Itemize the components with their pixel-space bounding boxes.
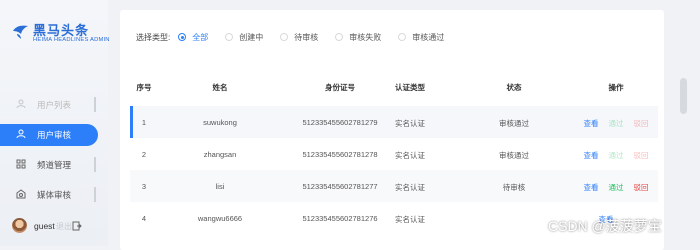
view-link[interactable]: 查看 bbox=[584, 182, 599, 193]
cell-name: lisi bbox=[215, 182, 225, 191]
user-audit-icon bbox=[16, 129, 26, 139]
logout-icon[interactable] bbox=[72, 221, 82, 231]
divider bbox=[94, 187, 96, 202]
cell-ops: 查看 通过 驳回 bbox=[574, 150, 658, 161]
radio-creating[interactable]: 创建中 bbox=[225, 32, 263, 43]
sidebar-item-label: 用户审核 bbox=[37, 130, 72, 140]
radio-failed[interactable]: 审核失败 bbox=[335, 32, 381, 43]
radio-dot bbox=[398, 33, 407, 41]
approve-link[interactable]: 通过 bbox=[609, 150, 624, 161]
cell-name: wangwu6666 bbox=[197, 214, 243, 223]
type-filter: 选择类型: 全部 创建中 待审核 审核失败 审核通过 bbox=[136, 30, 461, 44]
radio-label: 待审核 bbox=[294, 32, 319, 42]
main-panel: 选择类型: 全部 创建中 待审核 审核失败 审核通过 序号 姓名 身份证号 认证… bbox=[120, 10, 664, 250]
sidebar-item-label: 媒体审核 bbox=[37, 190, 72, 200]
brand-subtitle: HEIMA HEADLINES ADMIN bbox=[33, 37, 110, 43]
sidebar-item-label: 用户列表 bbox=[37, 100, 72, 110]
header-name: 姓名 bbox=[212, 83, 228, 92]
table-row: 1 suwukong 512335455602781279 实名认证 审核通过 … bbox=[130, 106, 658, 138]
divider bbox=[94, 97, 96, 112]
approve-link[interactable]: 通过 bbox=[609, 118, 624, 129]
user-list-icon bbox=[16, 99, 26, 109]
user-extra: 退出 bbox=[56, 222, 72, 231]
avatar[interactable] bbox=[12, 218, 27, 233]
cell-type: 实名认证 bbox=[395, 119, 425, 128]
header-ops: 操作 bbox=[608, 83, 624, 92]
divider bbox=[94, 157, 96, 172]
view-link[interactable]: 查看 bbox=[584, 150, 599, 161]
sidebar-item-user-audit[interactable]: 用户审核 bbox=[0, 124, 98, 146]
sidebar-item-user-list[interactable]: 用户列表 bbox=[0, 94, 98, 116]
reject-link[interactable]: 驳回 bbox=[634, 150, 649, 161]
cell-status: 审核通过 bbox=[499, 151, 529, 160]
radio-label: 审核失败 bbox=[349, 32, 382, 42]
header-type: 认证类型 bbox=[395, 83, 425, 92]
radio-pending[interactable]: 待审核 bbox=[280, 32, 318, 43]
cell-name: suwukong bbox=[203, 118, 237, 127]
cell-type: 实名认证 bbox=[395, 215, 425, 224]
radio-label: 创建中 bbox=[239, 32, 264, 42]
radio-dot bbox=[178, 33, 187, 41]
sidebar-item-channel[interactable]: 频道管理 bbox=[0, 154, 98, 176]
radio-dot bbox=[280, 33, 289, 41]
cell-name: zhangsan bbox=[203, 150, 237, 159]
cell-ops: 查看 通过 驳回 bbox=[574, 182, 658, 193]
cell-status: 待审核 bbox=[502, 183, 526, 192]
reject-link[interactable]: 驳回 bbox=[634, 182, 649, 193]
sidebar-item-label: 频道管理 bbox=[37, 160, 72, 170]
view-link[interactable]: 查看 bbox=[584, 118, 599, 129]
scrollbar[interactable] bbox=[680, 78, 687, 114]
brand-logo: 黑马头条 HEIMA HEADLINES ADMIN bbox=[12, 20, 109, 60]
radio-all[interactable]: 全部 bbox=[178, 32, 208, 43]
cell-type: 实名认证 bbox=[395, 151, 425, 160]
user-menu: guest 退出 bbox=[12, 216, 102, 236]
filter-label: 选择类型: bbox=[136, 32, 171, 42]
radio-label: 审核通过 bbox=[412, 32, 445, 42]
sidebar-item-media[interactable]: 媒体审核 bbox=[0, 184, 98, 206]
sidebar: 黑马头条 HEIMA HEADLINES ADMIN 用户列表 用户审核 频道管… bbox=[0, 0, 109, 246]
table-header: 序号 姓名 身份证号 认证类型 状态 操作 bbox=[130, 82, 658, 98]
radio-approved[interactable]: 审核通过 bbox=[398, 32, 444, 43]
table-row: 2 zhangsan 512335455602781278 实名认证 审核通过 … bbox=[130, 138, 658, 170]
user-name: guest bbox=[34, 221, 55, 231]
media-icon bbox=[16, 189, 26, 199]
cell-id: 2 bbox=[141, 150, 147, 159]
cell-id: 1 bbox=[141, 118, 147, 127]
cell-id: 3 bbox=[141, 182, 147, 191]
radio-dot bbox=[335, 33, 344, 41]
channel-icon bbox=[16, 159, 26, 169]
header-id: 序号 bbox=[136, 83, 152, 92]
bird-logo-icon bbox=[13, 25, 28, 39]
cell-ops: 查看 通过 驳回 bbox=[574, 118, 658, 129]
cell-id: 4 bbox=[141, 214, 147, 223]
cell-type: 实名认证 bbox=[395, 183, 425, 192]
header-status: 状态 bbox=[506, 83, 522, 92]
approve-link[interactable]: 通过 bbox=[609, 182, 624, 193]
radio-label: 全部 bbox=[192, 32, 209, 42]
table-row: 3 lisi 512335455602781277 实名认证 待审核 查看 通过… bbox=[130, 170, 658, 202]
cell-status: 审核通过 bbox=[499, 119, 529, 128]
reject-link[interactable]: 驳回 bbox=[634, 118, 649, 129]
watermark: CSDN @菠菠萝宝 bbox=[548, 218, 662, 234]
radio-dot bbox=[225, 33, 234, 41]
